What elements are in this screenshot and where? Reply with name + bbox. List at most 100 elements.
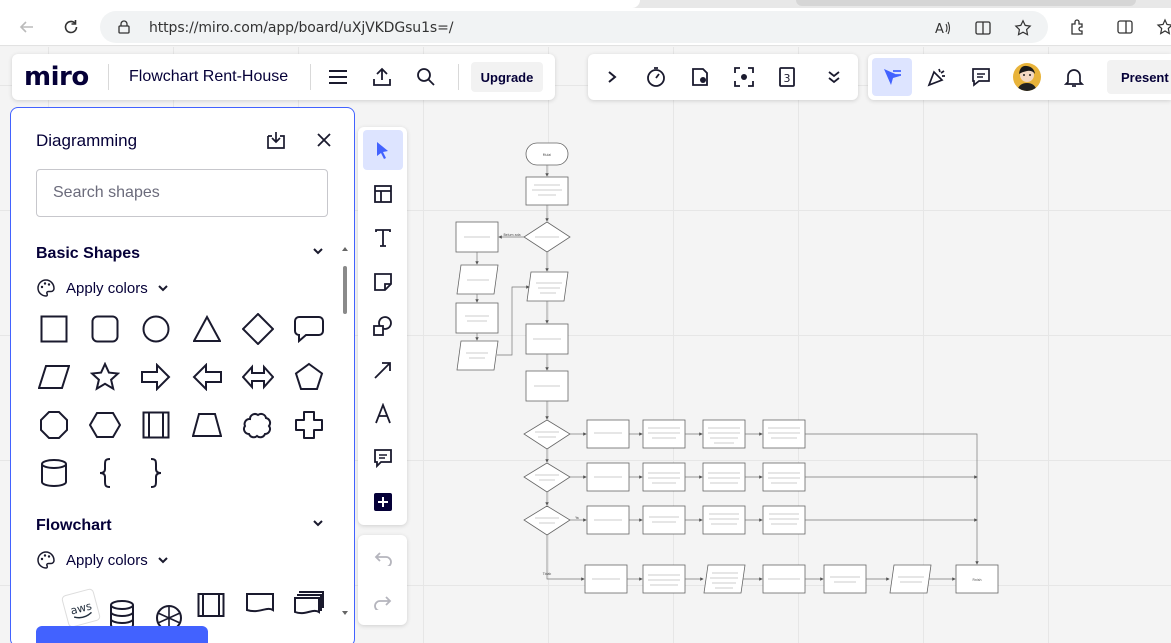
favorites-bar-icon[interactable] [1152,14,1171,40]
read-aloud-icon[interactable]: A [934,19,952,37]
reload-icon[interactable] [58,14,84,40]
board-tools-panel: 3 [588,54,858,100]
back-icon[interactable] [14,14,40,40]
tab-strip [0,0,1171,8]
sticky-note-icon[interactable] [363,262,403,302]
predefined-process-shape[interactable] [193,586,229,622]
apply-colors-label: Apply colors [66,279,148,297]
avatar[interactable] [1013,63,1041,91]
header-divider [310,64,311,90]
celebrate-icon[interactable] [922,62,952,92]
palette-icon [37,279,55,297]
voting-icon[interactable] [685,62,715,92]
circle-shape[interactable] [138,311,174,347]
multi-document-shape[interactable] [291,586,327,622]
board-title[interactable]: Flowchart Rent-House [129,68,288,86]
chevron-down-icon[interactable] [313,519,323,527]
basic-shapes-heading[interactable]: Basic Shapes [36,245,140,263]
palette-icon [37,551,55,569]
connection-line-icon[interactable] [363,350,403,390]
import-icon[interactable] [261,125,291,155]
undo-icon[interactable] [363,538,403,578]
parallelogram-shape[interactable] [36,359,72,395]
apply-colors-dropdown[interactable]: Apply colors [36,550,168,570]
right-brace-shape[interactable] [138,455,174,491]
arrow-right-shape[interactable] [138,359,174,395]
split-screen-icon[interactable] [1112,14,1138,40]
flowchart-heading[interactable]: Flowchart [36,517,112,535]
select-tool-button[interactable] [872,58,912,96]
present-button[interactable]: Present [1107,60,1171,94]
creation-toolbar [358,127,407,525]
diagramming-panel: Diagramming Basic Shapes Apply colors Fl… [10,107,355,643]
menu-icon[interactable] [323,62,353,92]
cursor-icon [884,69,901,85]
trapezoid-shape[interactable] [189,407,225,443]
flow-branch-label: Belum ada [503,233,520,237]
apply-colors-label: Apply colors [66,551,148,569]
chevron-right-icon[interactable] [597,62,627,92]
pentagon-shape[interactable] [291,359,327,395]
templates-icon[interactable] [363,174,403,214]
chevron-down-icon [157,285,168,292]
triangle-shape[interactable] [189,311,225,347]
frames-counter-icon[interactable]: 3 [773,62,803,92]
bottom-action-bar[interactable] [36,626,208,643]
pen-tool-icon[interactable] [363,394,403,434]
rhombus-shape[interactable] [240,311,276,347]
favorite-star-icon[interactable] [1014,19,1032,37]
cylinder-shape[interactable] [36,455,72,491]
select-cursor-icon[interactable] [363,130,403,170]
chevron-down-icon[interactable] [313,247,323,255]
url-text: https://miro.com/app/board/uXjVKDGsu1s=/ [149,20,454,36]
chevron-double-down-icon[interactable] [819,62,849,92]
left-brace-shape[interactable] [87,455,123,491]
search-shapes-input[interactable] [36,169,328,217]
svg-text:A: A [935,22,944,37]
notifications-bell-icon[interactable] [1059,62,1089,92]
redo-icon[interactable] [363,582,403,622]
focus-frame-icon[interactable] [729,62,759,92]
octagon-shape[interactable] [36,407,72,443]
board-header-panel: miro Flowchart Rent-House Upgrade [12,54,555,100]
history-toolbar [358,535,407,625]
comments-icon[interactable] [966,62,996,92]
star-shape[interactable] [87,359,123,395]
flow-no-label: Tidak [542,572,552,576]
double-arrow-shape[interactable] [240,359,276,395]
text-tool-icon[interactable] [363,218,403,258]
square-shape[interactable] [36,311,72,347]
scrollbar-thumb[interactable] [343,266,347,314]
shapes-tool-icon[interactable] [363,306,403,346]
active-tab[interactable] [0,0,640,8]
arrow-left-shape[interactable] [189,359,225,395]
cloud-shape[interactable] [240,407,276,443]
aws-icon[interactable]: aws [59,586,103,630]
close-icon[interactable] [309,125,339,155]
browser-toolbar: https://miro.com/app/board/uXjVKDGsu1s=/… [0,8,1171,46]
address-bar[interactable]: https://miro.com/app/board/uXjVKDGsu1s=/… [100,11,1048,43]
extensions-icon[interactable] [1064,14,1090,40]
rounded-rect-shape[interactable] [87,311,123,347]
collaboration-panel: Present [868,54,1171,100]
cross-shape[interactable] [291,407,327,443]
hexagon-shape[interactable] [87,407,123,443]
flow-start-label: Mulai [543,153,552,157]
export-icon[interactable] [367,62,397,92]
miro-logo[interactable]: miro [24,62,89,92]
apply-colors-dropdown[interactable]: Apply colors [36,278,168,298]
chevron-down-icon [157,557,168,564]
immersive-reader-icon[interactable] [974,19,992,37]
timer-icon[interactable] [641,62,671,92]
predefined-process-shape[interactable] [138,407,174,443]
comment-tool-icon[interactable] [363,438,403,478]
frames-counter: 3 [784,72,791,85]
document-shape[interactable] [242,586,278,622]
flow-yes-label: Ya [575,516,579,520]
inactive-tab[interactable] [796,0,1136,6]
upgrade-button[interactable]: Upgrade [471,62,543,92]
speech-bubble-shape[interactable] [291,311,327,347]
search-icon[interactable] [411,62,441,92]
add-more-icon[interactable] [363,482,403,522]
panel-scrollbar[interactable] [342,247,348,615]
